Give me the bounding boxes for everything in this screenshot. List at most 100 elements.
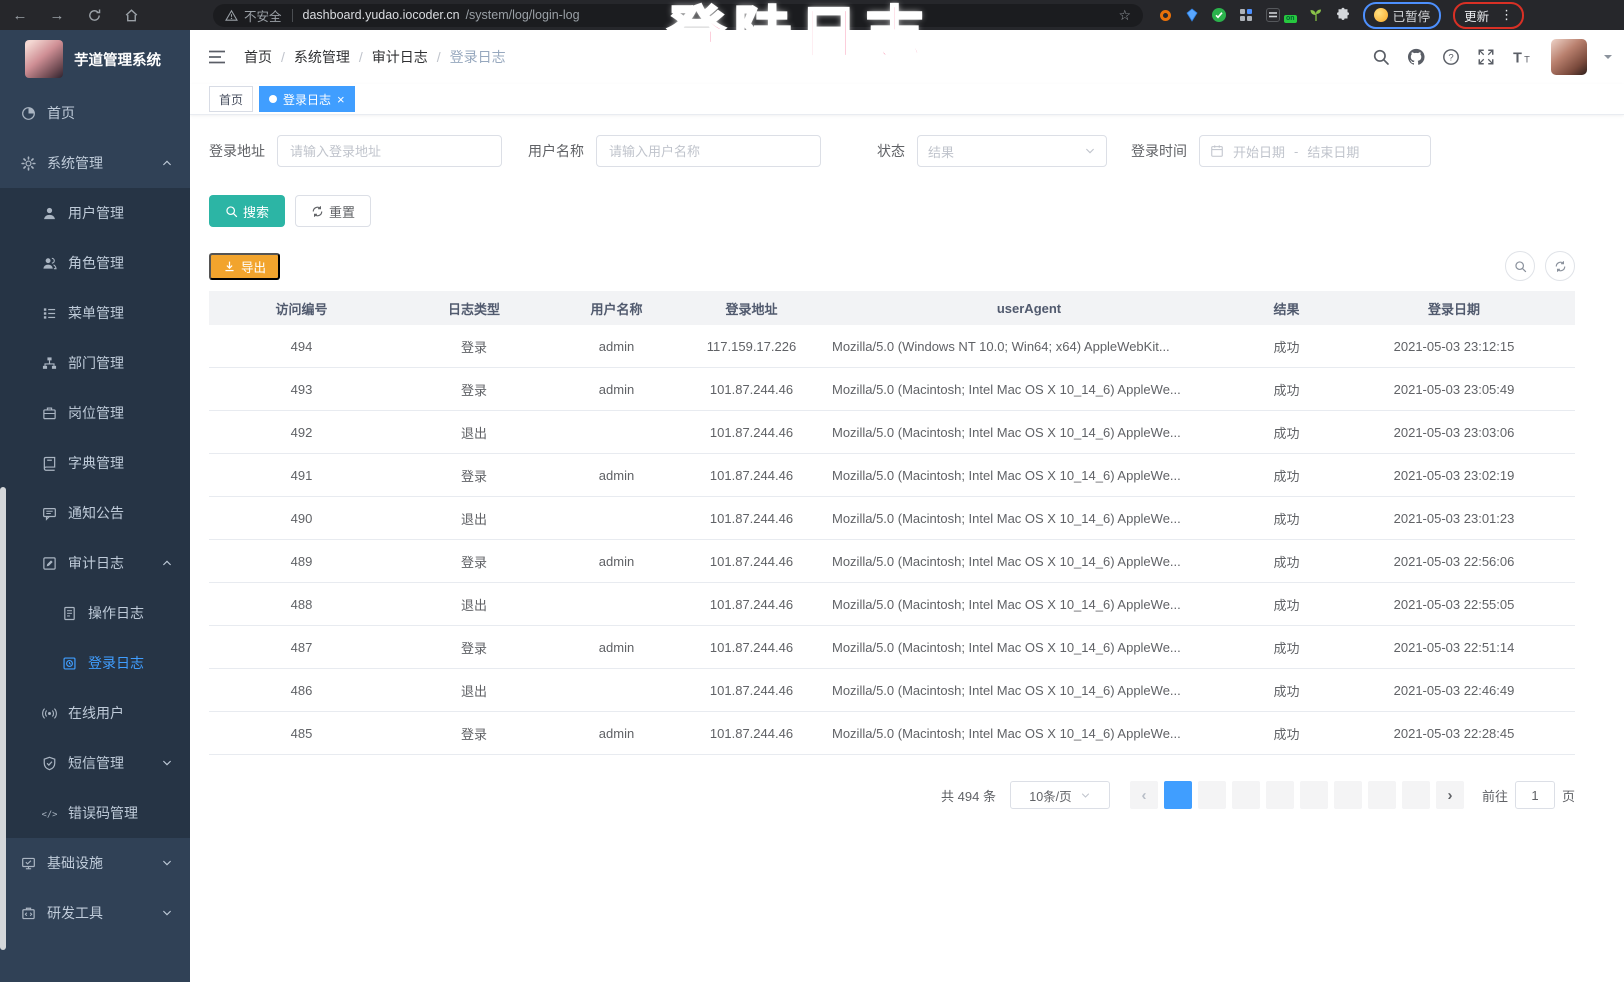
next-page-button[interactable]: › [1436, 781, 1464, 809]
sidebar-menu-item[interactable]: 在线用户 [0, 688, 190, 738]
table-row[interactable]: 491 登录 admin 101.87.244.46 Mozilla/5.0 (… [209, 454, 1575, 497]
github-icon[interactable] [1407, 48, 1425, 66]
extension-green-check-icon[interactable] [1211, 7, 1227, 23]
sidebar-scrollbar[interactable] [0, 487, 6, 950]
extension-plant-icon[interactable] [1308, 7, 1324, 23]
sidebar-menu-item[interactable]: 用户管理 [0, 188, 190, 238]
sidebar-menu-item[interactable]: 字典管理 [0, 438, 190, 488]
table-row[interactable]: 493 登录 admin 101.87.244.46 Mozilla/5.0 (… [209, 368, 1575, 411]
sidebar-logo-row[interactable]: 芋道管理系统 [0, 30, 190, 88]
sidebar-menu-item[interactable]: 角色管理 [0, 238, 190, 288]
reset-button[interactable]: 重置 [295, 195, 371, 227]
search-icon[interactable] [1372, 48, 1390, 66]
page-number-button[interactable] [1334, 781, 1362, 809]
sidebar-menu-item[interactable]: 菜单管理 [0, 288, 190, 338]
browser-home-icon[interactable] [121, 5, 141, 25]
table-row[interactable]: 490 退出 101.87.244.46 Mozilla/5.0 (Macint… [209, 497, 1575, 540]
browser-menu-icon[interactable]: ⋮ [1500, 7, 1513, 23]
page-number-button[interactable] [1368, 781, 1396, 809]
table-row[interactable]: 488 退出 101.87.244.46 Mozilla/5.0 (Macint… [209, 583, 1575, 626]
username-input[interactable] [596, 135, 821, 167]
profile-paused-chip[interactable]: 已暂停 [1363, 2, 1442, 29]
breadcrumb-system[interactable]: 系统管理 [294, 47, 350, 67]
dictionary-icon [42, 456, 57, 471]
extension-orange-icon[interactable] [1157, 7, 1173, 23]
user-avatar[interactable] [1551, 39, 1587, 75]
refresh-table-button[interactable] [1545, 251, 1575, 281]
table-row[interactable]: 485 登录 admin 101.87.244.46 Mozilla/5.0 (… [209, 712, 1575, 755]
browser-reload-icon[interactable] [84, 5, 104, 25]
page-number-button[interactable] [1402, 781, 1430, 809]
extension-gem-icon[interactable] [1184, 7, 1200, 23]
address-bar[interactable]: 不安全 dashboard.yudao.iocoder.cn/system/lo… [213, 4, 1143, 27]
sidebar-item-label: 基础设施 [47, 853, 103, 873]
help-icon[interactable]: ? [1442, 48, 1460, 66]
sidebar-item-label: 部门管理 [68, 353, 124, 373]
extension-puzzle-icon[interactable] [1335, 7, 1351, 23]
goto-page-input[interactable] [1515, 781, 1555, 809]
tag-login-log[interactable]: 登录日志 × [259, 86, 355, 112]
table-row[interactable]: 494 登录 admin 117.159.17.226 Mozilla/5.0 … [209, 325, 1575, 368]
svg-text:</>: </> [42, 809, 57, 819]
fullscreen-icon[interactable] [1477, 48, 1495, 66]
sidebar-item-label: 研发工具 [47, 903, 103, 923]
calendar-icon [1210, 144, 1224, 158]
refresh-icon [311, 205, 324, 218]
prev-page-button[interactable]: ‹ [1130, 781, 1158, 809]
page-number-button[interactable] [1266, 781, 1294, 809]
sidebar-item-label: 菜单管理 [68, 303, 124, 323]
export-button[interactable]: 导出 [209, 253, 280, 280]
page-number-button[interactable] [1164, 781, 1192, 809]
chevron-up-icon [161, 557, 173, 569]
bookmark-star-icon[interactable]: ☆ [1118, 7, 1131, 24]
breadcrumb-home[interactable]: 首页 [244, 47, 272, 67]
sms-icon [42, 756, 57, 771]
page-number-button[interactable] [1300, 781, 1328, 809]
sidebar-menu-item[interactable]: 短信管理 [0, 738, 190, 788]
login-time-range-picker[interactable]: 开始日期 - 结束日期 [1199, 135, 1431, 167]
chevron-down-icon [1080, 790, 1091, 801]
sidebar-menu-item[interactable]: 登录日志 [0, 638, 190, 688]
breadcrumb-audit[interactable]: 审计日志 [372, 47, 428, 67]
sidebar-menu-item[interactable]: 审计日志 [0, 538, 190, 588]
search-icon [1514, 260, 1527, 273]
sidebar-menu-item[interactable]: 操作日志 [0, 588, 190, 638]
sidebar-menu-item[interactable]: 研发工具 [0, 888, 190, 938]
tag-close-icon[interactable]: × [337, 93, 345, 106]
table-row[interactable]: 487 登录 admin 101.87.244.46 Mozilla/5.0 (… [209, 626, 1575, 669]
menu-tree-icon [42, 306, 57, 321]
avatar-caret-icon[interactable] [1604, 55, 1612, 63]
tag-home[interactable]: 首页 [209, 86, 253, 112]
sidebar-menu-item[interactable]: 部门管理 [0, 338, 190, 388]
page-size-select[interactable]: 10条/页 [1010, 781, 1110, 809]
sidebar-item-label: 登录日志 [88, 653, 144, 673]
table-row[interactable]: 492 退出 101.87.244.46 Mozilla/5.0 (Macint… [209, 411, 1575, 454]
address-label: 登录地址 [209, 141, 265, 161]
svg-text:T: T [1524, 55, 1530, 65]
chevron-down-icon [161, 757, 173, 769]
extension-grid-icon[interactable] [1238, 7, 1254, 23]
toggle-search-button[interactable] [1505, 251, 1535, 281]
address-input[interactable] [277, 135, 502, 167]
page-number-button[interactable] [1232, 781, 1260, 809]
sidebar-menu-item[interactable]: 首页 [0, 88, 190, 138]
hamburger-icon[interactable] [207, 47, 227, 67]
sidebar-menu-item[interactable]: </> 错误码管理 [0, 788, 190, 838]
url-path: /system/log/login-log [466, 8, 580, 22]
sidebar-menu-item[interactable]: 基础设施 [0, 838, 190, 888]
page-number-button[interactable] [1198, 781, 1226, 809]
status-select[interactable]: 结果 [917, 135, 1107, 167]
table-row[interactable]: 486 退出 101.87.244.46 Mozilla/5.0 (Macint… [209, 669, 1575, 712]
sidebar-menu-item[interactable]: 岗位管理 [0, 388, 190, 438]
sidebar-menu-item[interactable]: 系统管理 [0, 138, 190, 188]
sidebar: 芋道管理系统 首页 系统管理 用户管理 角色管理 [0, 30, 190, 982]
tag-active-dot [269, 95, 277, 103]
sidebar-menu-item[interactable]: 通知公告 [0, 488, 190, 538]
browser-update-button[interactable]: 更新 ⋮ [1453, 2, 1524, 29]
font-size-icon[interactable]: TT [1512, 48, 1534, 66]
table-row[interactable]: 489 登录 admin 101.87.244.46 Mozilla/5.0 (… [209, 540, 1575, 583]
search-button[interactable]: 搜索 [209, 195, 285, 227]
browser-back-icon[interactable]: ← [10, 5, 30, 25]
browser-forward-icon[interactable]: → [47, 5, 67, 25]
extension-tampermonkey-icon[interactable] [1265, 7, 1281, 23]
